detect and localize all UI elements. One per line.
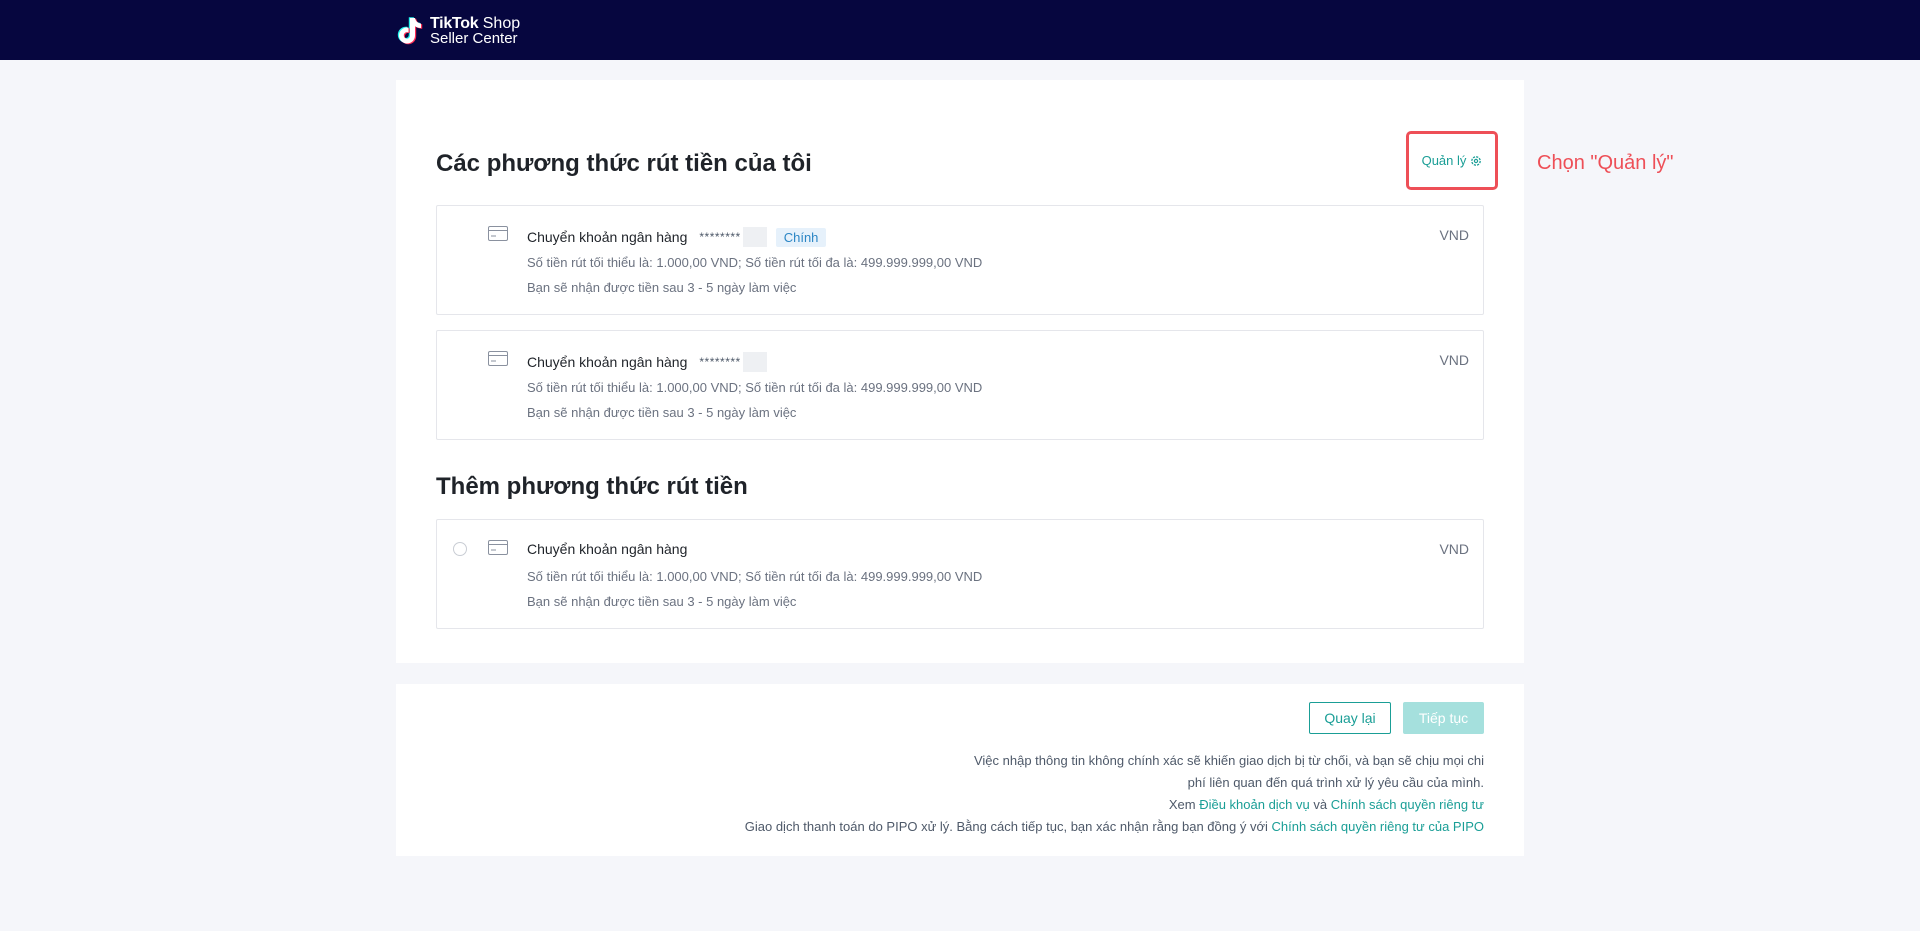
method-name: Chuyển khoản ngân hàng — [527, 354, 688, 370]
add-method-title: Thêm phương thức rút tiền — [436, 473, 748, 500]
withdrawal-methods-panel: Các phương thức rút tiền của tôi Quản lý… — [396, 80, 1524, 663]
currency-label: VND — [1439, 352, 1469, 368]
pipo-text: Giao dịch thanh toán do PIPO xử lý. Bằng… — [744, 819, 1268, 834]
top-navigation-bar: TikTok Shop Seller Center — [0, 0, 1920, 60]
continue-button[interactable]: Tiếp tục — [1403, 702, 1484, 734]
manage-label: Quản lý — [1421, 153, 1467, 168]
method-title: Chuyển khoản ngân hàng — [527, 541, 687, 557]
primary-badge: Chính — [775, 227, 827, 247]
saved-method-card-2[interactable]: Chuyển khoản ngân hàng ******** Số tiền … — [436, 330, 1484, 440]
pipo-privacy-link[interactable]: Chính sách quyền riêng tư của PIPO — [1272, 819, 1485, 834]
instruction-annotation: Chọn "Quản lý" — [1537, 152, 1674, 174]
method-radio[interactable] — [453, 542, 467, 556]
terms-of-service-link[interactable]: Điều khoản dịch vụ — [1199, 797, 1310, 812]
footer-panel: Quay lại Tiếp tục Việc nhập thông tin kh… — [396, 684, 1524, 856]
saved-method-card-1[interactable]: Chuyển khoản ngân hàng ******** Chính Số… — [436, 205, 1484, 315]
eta-text: Bạn sẽ nhận được tiền sau 3 - 5 ngày làm… — [527, 405, 797, 420]
limits-text: Số tiền rút tối thiểu là: 1.000,00 VND; … — [527, 569, 983, 584]
privacy-policy-link[interactable]: Chính sách quyền riêng tư — [1331, 797, 1484, 812]
limits-text: Số tiền rút tối thiểu là: 1.000,00 VND; … — [527, 380, 983, 395]
logo-subtitle: Seller Center — [430, 30, 518, 47]
method-title: Chuyển khoản ngân hàng ******** Chính — [527, 227, 827, 247]
method-name: Chuyển khoản ngân hàng — [527, 541, 688, 557]
add-method-card[interactable]: Chuyển khoản ngân hàng Số tiền rút tối t… — [436, 519, 1484, 629]
method-title: Chuyển khoản ngân hàng ******** — [527, 352, 767, 372]
manage-button[interactable]: Quản lý — [1406, 131, 1498, 190]
back-button[interactable]: Quay lại — [1309, 702, 1391, 734]
account-blur — [742, 227, 767, 247]
bank-card-icon — [488, 226, 508, 241]
limits-text: Số tiền rút tối thiểu là: 1.000,00 VND; … — [527, 255, 983, 270]
eta-text: Bạn sẽ nhận được tiền sau 3 - 5 ngày làm… — [527, 280, 797, 295]
my-methods-title: Các phương thức rút tiền của tôi — [436, 150, 812, 177]
bank-card-icon — [488, 540, 508, 555]
account-blur — [742, 352, 767, 372]
currency-label: VND — [1439, 227, 1469, 243]
bank-card-icon — [488, 351, 508, 366]
account-mask: ******** — [699, 230, 741, 244]
method-name: Chuyển khoản ngân hàng — [527, 229, 688, 245]
notice-line-2: phí liên quan đến quá trình xử lý yêu cầ… — [1187, 775, 1484, 790]
pipo-line: Giao dịch thanh toán do PIPO xử lý. Bằng… — [745, 819, 1484, 834]
terms-line: Xem Điều khoản dịch vụ và Chính sách quy… — [1169, 797, 1484, 812]
account-mask: ******** — [699, 355, 741, 369]
eta-text: Bạn sẽ nhận được tiền sau 3 - 5 ngày làm… — [527, 594, 797, 609]
notice-line-1: Việc nhập thông tin không chính xác sẽ k… — [973, 753, 1484, 768]
logo-wordmark: TikTok Shop Seller Center — [430, 16, 520, 47]
currency-label: VND — [1439, 541, 1469, 557]
tiktok-logo-icon — [397, 17, 423, 45]
gear-icon — [1471, 155, 1482, 166]
and-word: và — [1313, 797, 1328, 812]
tiktok-shop-logo[interactable]: TikTok Shop Seller Center — [396, 14, 520, 48]
view-prefix: Xem — [1168, 797, 1196, 812]
